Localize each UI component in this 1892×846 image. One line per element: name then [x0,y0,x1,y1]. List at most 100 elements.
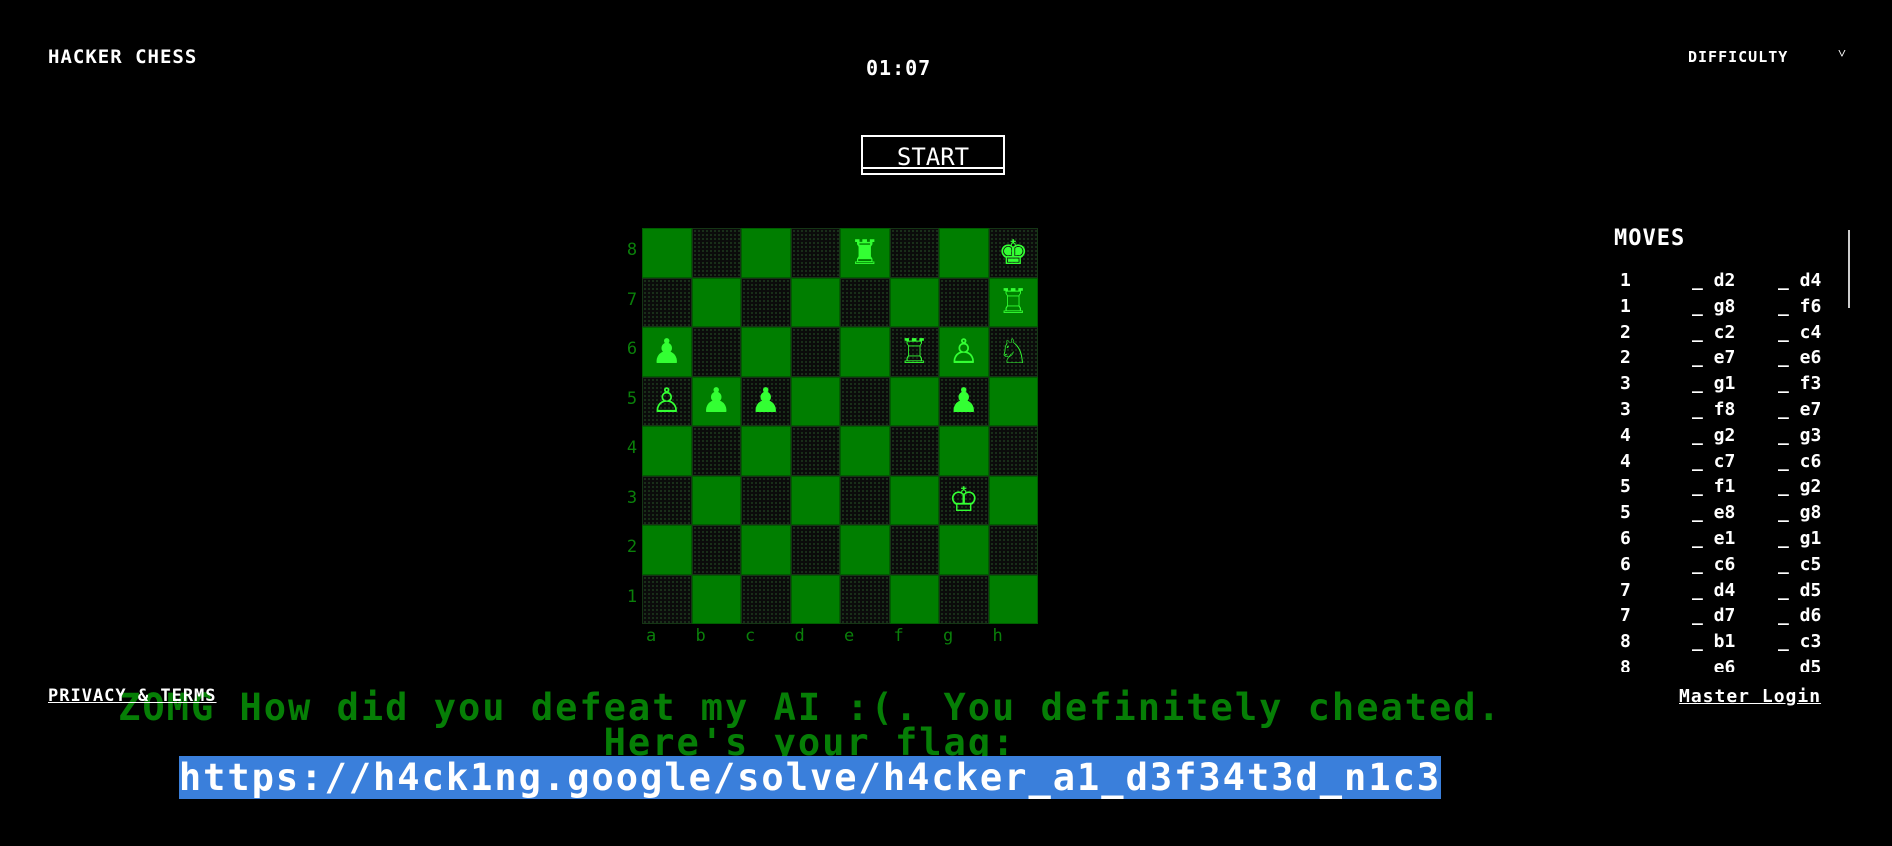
move-num: 8 [1620,631,1631,653]
square-c7[interactable] [741,277,791,327]
square-f1[interactable] [889,574,939,624]
square-g8[interactable] [939,228,989,278]
square-c4[interactable] [741,426,791,476]
square-f2[interactable] [889,525,939,575]
square-a4[interactable] [642,426,692,476]
square-d6[interactable] [790,327,840,377]
square-c3[interactable] [741,475,791,525]
square-g6[interactable]: ♙ [939,327,989,377]
square-g7[interactable] [939,277,989,327]
square-c2[interactable] [741,525,791,575]
square-c8[interactable] [741,228,791,278]
rank-label: 2 [626,537,638,557]
move-row: 5 _ e8 _ g8 [1614,502,1854,528]
square-e6[interactable] [840,327,890,377]
square-b2[interactable] [691,525,741,575]
moves-list[interactable]: 1 _ d2 _ d4 1 _ g8 _ f6 2 _ c2 _ c4 2 _ e7 _ e6 3 _ g… [1614,270,1854,672]
square-d2[interactable] [790,525,840,575]
square-d8[interactable] [790,228,840,278]
square-a8[interactable] [642,228,692,278]
rook-icon[interactable]: ♖ [899,335,929,369]
square-g2[interactable] [939,525,989,575]
move-num: 3 [1620,398,1631,420]
move-row: 5 _ f1 _ g2 [1614,476,1854,502]
square-h5[interactable] [988,376,1038,426]
pawn-icon[interactable]: ♟ [652,335,682,369]
master-login-link[interactable]: Master Login [1679,686,1821,707]
square-a3[interactable] [642,475,692,525]
square-e3[interactable] [840,475,890,525]
square-f6[interactable]: ♖ [889,327,939,377]
move-a: _ d2 [1692,270,1736,291]
square-a5[interactable]: ♙ [642,376,692,426]
square-f4[interactable] [889,426,939,476]
square-b6[interactable] [691,327,741,377]
pawn-icon[interactable]: ♙ [652,384,682,418]
square-c6[interactable] [741,327,791,377]
square-c5[interactable]: ♟ [741,376,791,426]
square-c1[interactable] [741,574,791,624]
square-a6[interactable]: ♟ [642,327,692,377]
privacy-terms-link[interactable]: PRIVACY & TERMS [48,686,217,706]
move-row: 8 _ e6 _ d5 [1614,657,1854,672]
chess-board[interactable]: ♜ ♚ ♖ ♟ ♖ ♙ ♘ ♙ ♟ ♟ ♟ ♔ [642,228,1038,624]
square-g3[interactable]: ♔ [939,475,989,525]
pawn-icon[interactable]: ♙ [949,335,979,369]
move-a: _ g1 [1692,373,1736,395]
difficulty-dropdown[interactable]: DIFFICULTY ˅ [1688,46,1846,66]
pawn-icon[interactable]: ♟ [751,384,781,418]
square-f7[interactable] [889,277,939,327]
pawn-icon[interactable]: ♟ [949,384,979,418]
square-b8[interactable] [691,228,741,278]
square-d3[interactable] [790,475,840,525]
square-g5[interactable]: ♟ [939,376,989,426]
square-e4[interactable] [840,426,890,476]
square-b1[interactable] [691,574,741,624]
rank-label: 6 [626,339,638,359]
square-e7[interactable] [840,277,890,327]
move-a: _ c2 [1692,321,1736,343]
square-b3[interactable] [691,475,741,525]
square-f3[interactable] [889,475,939,525]
move-row: 1 _ g8 _ f6 [1614,296,1854,322]
square-d7[interactable] [790,277,840,327]
knight-icon[interactable]: ♘ [998,335,1028,369]
square-e5[interactable] [840,376,890,426]
move-b: _ d6 [1778,605,1822,627]
pawn-icon[interactable]: ♟ [701,384,731,418]
square-h3[interactable] [988,475,1038,525]
file-label: f [893,626,904,646]
square-h2[interactable] [988,525,1038,575]
square-d4[interactable] [790,426,840,476]
square-h8[interactable]: ♚ [988,228,1038,278]
rook-icon[interactable]: ♜ [850,236,880,270]
file-label: a [646,626,657,646]
square-b5[interactable]: ♟ [691,376,741,426]
square-h7[interactable]: ♖ [988,277,1038,327]
square-b4[interactable] [691,426,741,476]
square-h4[interactable] [988,426,1038,476]
victory-message: ZOMG How did you defeat my AI :(. You de… [100,689,1520,799]
square-e1[interactable] [840,574,890,624]
square-f8[interactable] [889,228,939,278]
king-icon[interactable]: ♔ [949,483,979,517]
move-num: 3 [1620,373,1631,395]
square-e2[interactable] [840,525,890,575]
start-button[interactable]: START [861,135,1005,175]
square-g4[interactable] [939,426,989,476]
square-h1[interactable] [988,574,1038,624]
square-h6[interactable]: ♘ [988,327,1038,377]
square-b7[interactable] [691,277,741,327]
square-a2[interactable] [642,525,692,575]
square-g1[interactable] [939,574,989,624]
square-e8[interactable]: ♜ [840,228,890,278]
square-a7[interactable] [642,277,692,327]
square-a1[interactable] [642,574,692,624]
square-f5[interactable] [889,376,939,426]
square-d5[interactable] [790,376,840,426]
move-row: 2 _ e7 _ e6 [1614,347,1854,373]
king-icon[interactable]: ♚ [998,236,1028,270]
square-d1[interactable] [790,574,840,624]
flag-url[interactable]: https://h4ck1ng.google/solve/h4cker_a1_d… [178,756,1442,799]
rook-icon[interactable]: ♖ [998,285,1028,319]
